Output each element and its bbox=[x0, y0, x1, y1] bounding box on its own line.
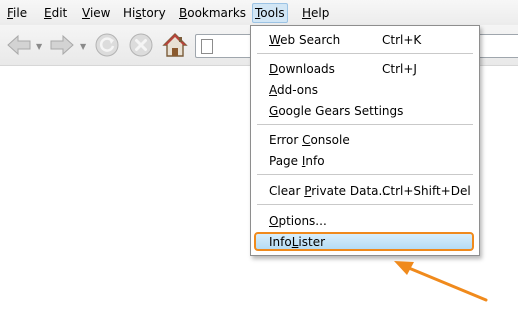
annotation-arrow-icon bbox=[394, 261, 488, 302]
menu-item-label: InfoLister bbox=[269, 235, 326, 249]
